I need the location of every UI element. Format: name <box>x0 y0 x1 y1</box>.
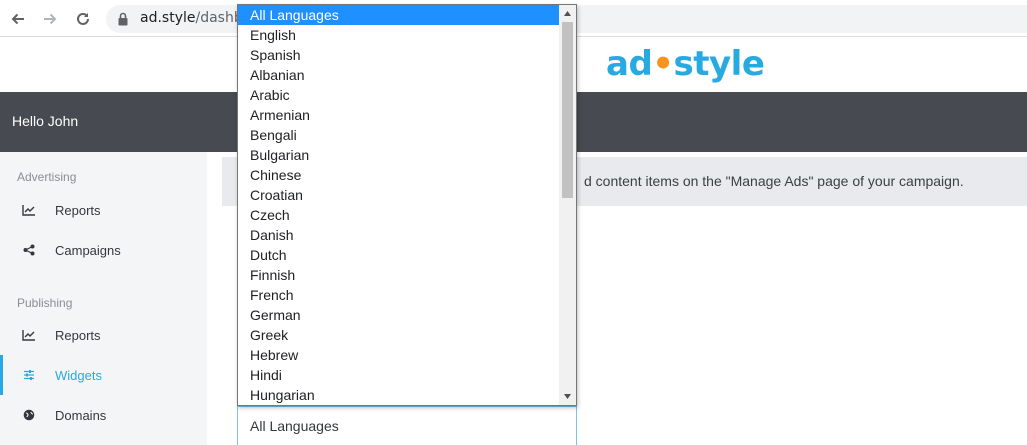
sidebar-item-campaigns[interactable]: Campaigns <box>0 230 207 270</box>
language-option[interactable]: Hindi <box>238 365 560 385</box>
arrow-right-icon <box>44 13 57 25</box>
back-button[interactable] <box>6 7 30 31</box>
share-icon <box>22 243 36 257</box>
scrollbar-thumb[interactable] <box>562 22 573 198</box>
language-option[interactable]: Chinese <box>238 165 560 185</box>
reload-button[interactable] <box>71 7 95 31</box>
line-chart-icon <box>22 328 36 342</box>
sliders-icon <box>22 368 36 382</box>
language-dropdown-list[interactable]: All Languages English Spanish Albanian Arabi… <box>237 4 577 406</box>
language-option[interactable]: French <box>238 285 560 305</box>
sidebar-item-label: Domains <box>55 407 107 423</box>
language-option[interactable]: Armenian <box>238 105 560 125</box>
dropdown-scrollbar[interactable] <box>559 5 576 405</box>
forward-button[interactable] <box>38 7 62 31</box>
language-option[interactable]: Spanish <box>238 45 560 65</box>
language-option[interactable]: All Languages <box>238 5 560 25</box>
section-title-advertising: Advertising <box>17 170 77 184</box>
language-select-value: All Languages <box>250 418 339 434</box>
arrow-left-icon <box>11 13 24 25</box>
reload-icon <box>77 12 89 25</box>
adstyle-logo[interactable]: ad•style <box>606 44 765 84</box>
info-banner-text: d content items on the "Manage Ads" page… <box>584 173 964 189</box>
section-title-publishing: Publishing <box>17 296 73 310</box>
sidebar: Advertising Reports Campaigns Publishing… <box>0 152 207 445</box>
sidebar-item-publishing-reports[interactable]: Reports <box>0 315 207 355</box>
language-option[interactable]: Hungarian <box>238 385 560 405</box>
language-option[interactable]: Czech <box>238 205 560 225</box>
language-option[interactable]: Albanian <box>238 65 560 85</box>
lock-icon <box>118 12 128 26</box>
sidebar-item-widgets[interactable]: Widgets <box>0 355 207 395</box>
sidebar-item-label: Widgets <box>55 367 102 383</box>
language-option[interactable]: Arabic <box>238 85 560 105</box>
url-text: ad.style/dashbo <box>140 10 252 26</box>
greeting: Hello John <box>12 113 79 129</box>
sidebar-item-label: Campaigns <box>55 242 121 258</box>
sidebar-item-domains[interactable]: Domains <box>0 395 207 435</box>
language-option[interactable]: Bengali <box>238 125 560 145</box>
language-option[interactable]: Danish <box>238 225 560 245</box>
language-option[interactable]: Greek <box>238 325 560 345</box>
language-option[interactable]: German <box>238 305 560 325</box>
language-option[interactable]: Bulgarian <box>238 145 560 165</box>
sidebar-item-label: Reports <box>55 202 101 218</box>
language-option[interactable]: Dutch <box>238 245 560 265</box>
language-option[interactable]: Finnish <box>238 265 560 285</box>
sidebar-item-advertising-reports[interactable]: Reports <box>0 190 207 230</box>
globe-icon <box>22 408 36 422</box>
language-option[interactable]: Hebrew <box>238 345 560 365</box>
language-select[interactable]: All Languages <box>237 406 577 445</box>
language-option[interactable]: English <box>238 25 560 45</box>
language-option[interactable]: Croatian <box>238 185 560 205</box>
line-chart-icon <box>22 203 36 217</box>
scroll-up-arrow-icon[interactable] <box>563 9 572 18</box>
sidebar-item-label: Reports <box>55 327 101 343</box>
scroll-down-arrow-icon[interactable] <box>563 392 572 401</box>
